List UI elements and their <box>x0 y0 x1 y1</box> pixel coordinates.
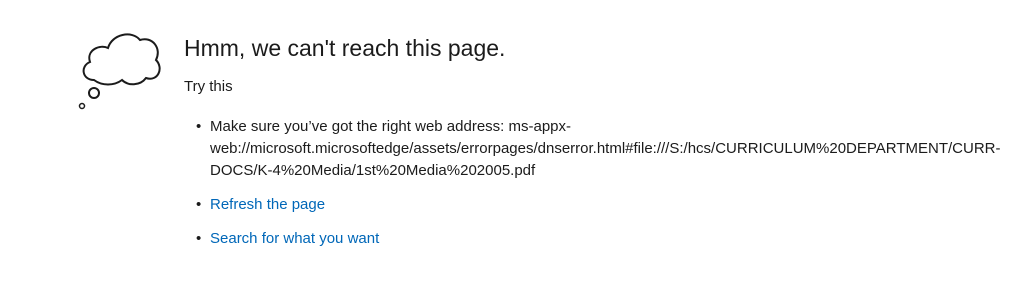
bullet: • <box>196 118 202 135</box>
address-text-line-3: DOCS/K-4%20Media/1st%20Media%202005.pdf <box>210 162 536 179</box>
address-text-line-2: web://microsoft.microsoftedge/assets/err… <box>210 140 1001 157</box>
error-page: Hmm, we can't reach this page. Try this … <box>0 0 1036 305</box>
tip-search: • Search for what you want <box>196 228 1014 250</box>
try-this-label: Try this <box>184 78 233 95</box>
address-text-line-1: Make sure you’ve got the right web addre… <box>210 118 572 135</box>
thought-cloud-icon <box>78 33 161 110</box>
bullet: • <box>196 196 202 213</box>
refresh-page-link[interactable]: Refresh the page <box>210 196 325 213</box>
bullet: • <box>196 230 202 247</box>
page-title: Hmm, we can't reach this page. <box>184 35 506 61</box>
error-content: Hmm, we can't reach this page. Try this … <box>184 32 1014 262</box>
search-link[interactable]: Search for what you want <box>210 230 379 247</box>
tips-list: • Make sure you’ve got the right web add… <box>184 116 1014 250</box>
tip-check-address: • Make sure you’ve got the right web add… <box>196 116 1014 182</box>
tip-refresh: • Refresh the page <box>196 194 1014 216</box>
